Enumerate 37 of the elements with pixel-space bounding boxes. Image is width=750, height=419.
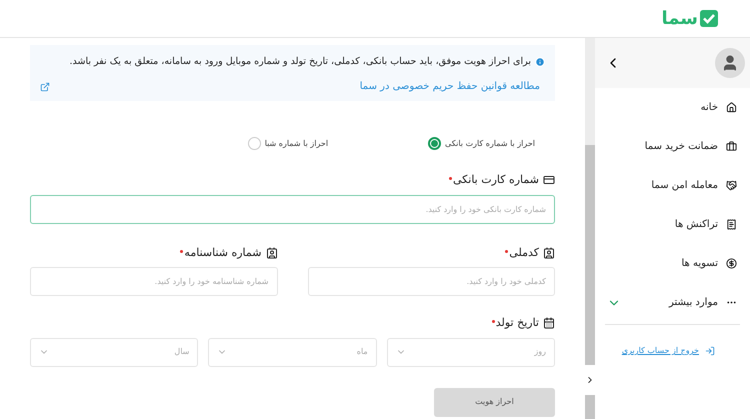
radio-button[interactable] <box>428 137 442 150</box>
privacy-link[interactable]: مطالعه قوانین حفظ حریم خصوصی در سما <box>360 79 545 94</box>
external-link-icon <box>40 82 50 92</box>
logout-link[interactable]: خروج از حساب کاربری <box>622 345 699 357</box>
avatar[interactable] <box>715 48 745 78</box>
card-number-field[interactable]: شماره کارت بانکی خود را وارد کنید. <box>30 194 555 224</box>
dollar-icon <box>726 258 737 269</box>
home-icon <box>726 102 737 113</box>
logo-text: سما <box>661 10 698 28</box>
receipt-icon <box>726 219 737 230</box>
logout-icon <box>705 346 715 356</box>
id-card-icon <box>543 246 555 259</box>
card-icon <box>543 174 555 186</box>
field-label: شماره کارت بانکی <box>453 172 539 188</box>
id-card-icon <box>266 246 278 259</box>
radio-button[interactable] <box>248 137 261 150</box>
input-field[interactable]: شماره شناسنامه خود را وارد کنید. <box>30 267 278 296</box>
method-label: احراز با شماره شبا <box>264 138 328 150</box>
sidebar-item[interactable]: خانه <box>595 88 750 127</box>
sidebar-item[interactable]: تسویه ها <box>595 244 750 283</box>
notice-text: برای احراز هویت موفق، باید حساب بانکی، کدملی، تاریخ تولد و شماره موبایل ورود به سامانه، متعلق به یک نفر باشد. <box>69 55 531 69</box>
field-label: کدملی <box>509 244 539 260</box>
sidebar-item[interactable]: معامله امن سما <box>595 166 750 205</box>
info-icon <box>535 57 545 68</box>
user-icon <box>721 54 739 72</box>
briefcase-icon <box>726 141 737 152</box>
handshake-icon <box>726 180 737 191</box>
sidebar-item[interactable]: ضمانت خرید سما <box>595 127 750 166</box>
scroll-thumb[interactable] <box>585 145 595 365</box>
input-field[interactable]: کدملی خود را وارد کنید. <box>308 267 555 296</box>
field-label: تاریخ تولد <box>496 315 539 331</box>
check-icon <box>700 10 718 27</box>
sidebar-item[interactable]: تراکنش ها <box>595 205 750 244</box>
calendar-icon <box>543 317 555 330</box>
sidebar-item[interactable]: موارد بیشتر <box>595 283 750 322</box>
method-label: احراز با شماره کارت بانکی <box>445 138 535 150</box>
field-label: شماره شناسنامه <box>184 244 262 261</box>
